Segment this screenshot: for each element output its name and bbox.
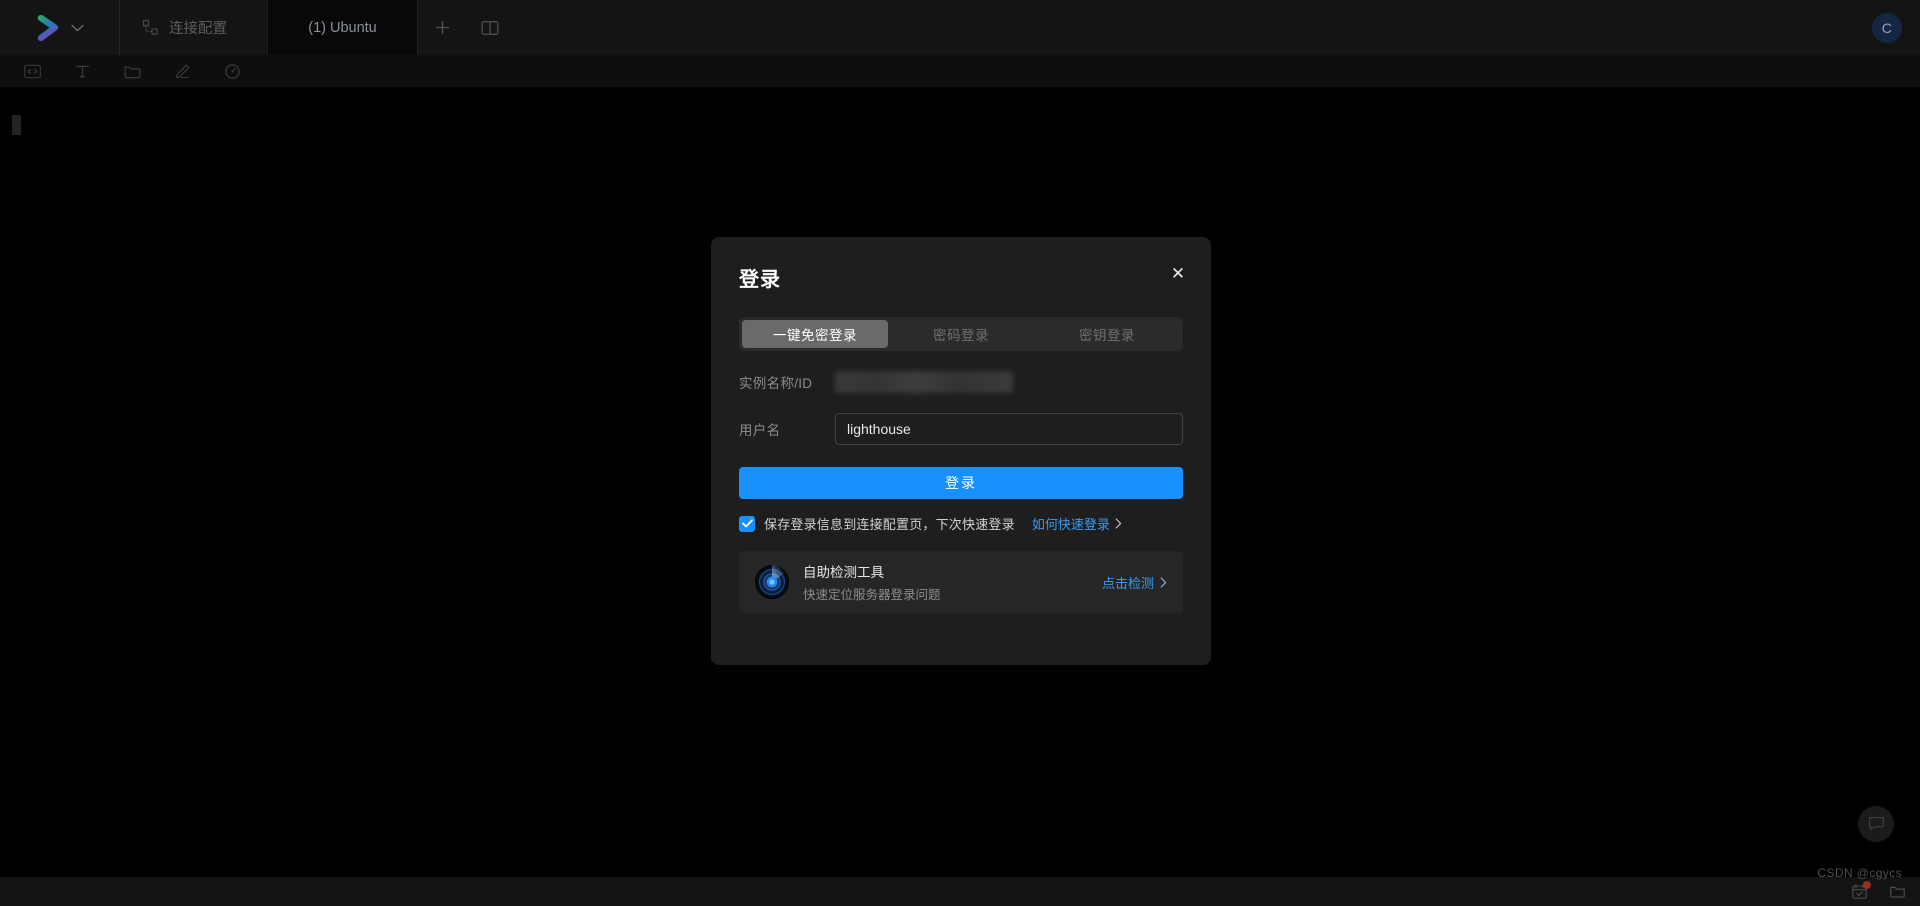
chevron-right-icon [1115,518,1122,529]
username-input[interactable] [835,413,1183,445]
start-detection-link[interactable]: 点击检测 [1102,573,1167,592]
self-diagnosis-card[interactable]: 自助检测工具 快速定位服务器登录问题 点击检测 [739,551,1183,613]
tab-key-login[interactable]: 密钥登录 [1034,320,1180,348]
status-bar: CSDN @cgycs [0,866,1920,906]
calendar-check-button[interactable] [1848,880,1871,902]
link-label: 如何快速登录 [1031,517,1110,532]
tab-passwordless-login[interactable]: 一键免密登录 [742,320,888,348]
login-dialog: 登录 ✕ 一键免密登录 密码登录 密钥登录 实例名称/ID 用户名 登录 保存登… [711,237,1211,665]
card-action-label: 点击检测 [1101,575,1154,591]
status-folder-button[interactable] [1886,882,1908,902]
login-submit-button[interactable]: 登录 [739,467,1183,499]
instance-label: 实例名称/ID [739,376,813,391]
login-method-tabs: 一键免密登录 密码登录 密钥登录 [739,317,1183,351]
how-to-quick-login-link[interactable]: 如何快速登录 [1032,514,1122,533]
username-label: 用户名 [739,423,781,438]
card-subtitle: 快速定位服务器登录问题 [803,588,941,602]
instance-row: 实例名称/ID [739,371,1183,393]
folder-icon [1889,886,1905,898]
radar-icon [755,565,789,599]
save-credentials-row: 保存登录信息到连接配置页，下次快速登录 如何快速登录 [739,514,1183,533]
card-text-group: 自助检测工具 快速定位服务器登录问题 [803,561,1088,603]
chat-bubble-icon [1868,816,1884,831]
instance-value-redacted [835,371,1013,393]
close-icon[interactable]: ✕ [1167,262,1189,284]
dialog-title: 登录 [739,269,781,291]
save-credentials-checkbox[interactable] [739,515,755,532]
check-icon [741,519,753,528]
modal-overlay: 登录 ✕ 一键免密登录 密码登录 密钥登录 实例名称/ID 用户名 登录 保存登… [0,0,1920,906]
notification-badge [1863,880,1871,889]
chevron-right-icon [1160,576,1167,588]
tab-password-login[interactable]: 密码登录 [888,320,1034,348]
status-icon-group [1848,877,1908,906]
save-credentials-label: 保存登录信息到连接配置页，下次快速登录 [764,517,1015,532]
card-title: 自助检测工具 [803,565,884,580]
chat-button[interactable] [1858,806,1894,842]
username-row: 用户名 [739,413,1183,445]
